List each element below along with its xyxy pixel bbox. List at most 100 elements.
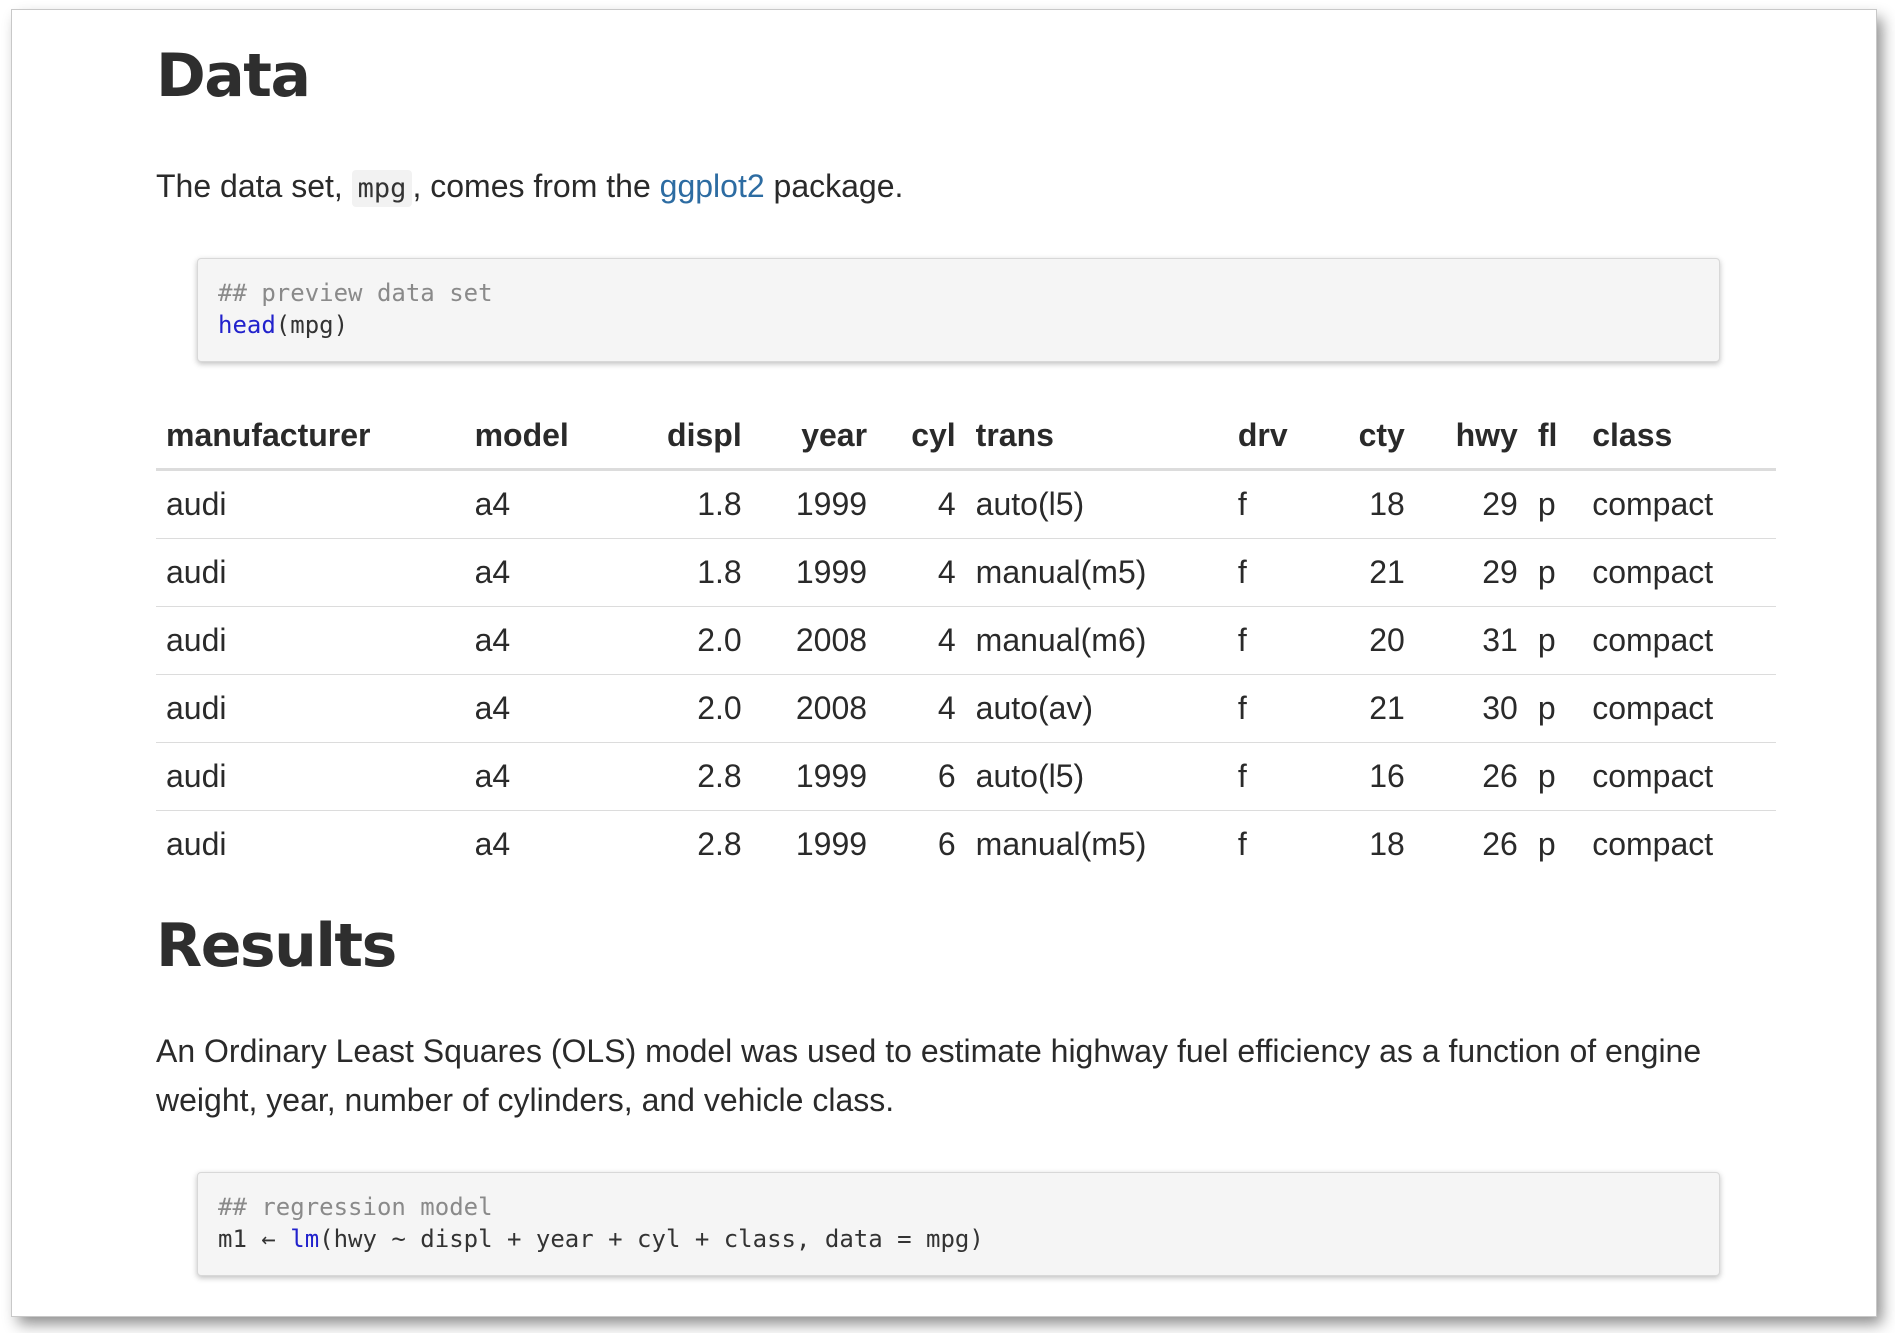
code-function-name: lm	[290, 1225, 320, 1253]
table-cell: a4	[474, 826, 511, 862]
table-cell: 18	[1323, 469, 1415, 539]
column-header: trans	[965, 402, 1228, 471]
table-cell: a4	[464, 674, 622, 743]
column-header: cyl	[877, 402, 966, 471]
table-cell: manual(m5)	[975, 826, 1147, 862]
column-header: cty	[1323, 402, 1415, 471]
table-cell: a4	[464, 742, 622, 811]
table-cell: 4	[877, 469, 966, 539]
table-cell: 20	[1323, 606, 1415, 675]
table-cell: f	[1227, 742, 1324, 811]
table-cell: 4	[877, 538, 966, 607]
table-cell: manual(m6)	[965, 606, 1228, 675]
table-cell: 26	[1414, 742, 1528, 811]
table-cell: 4	[877, 674, 966, 743]
column-header: model	[464, 402, 622, 471]
table-cell: 29	[1414, 538, 1528, 607]
column-header: manufacturer	[156, 402, 465, 471]
code-comment: ## preview data set	[218, 279, 493, 307]
code-arguments: (hwy ~ displ + year + cyl + class, data …	[319, 1225, 984, 1253]
table-cell: 2.0	[621, 674, 752, 743]
table-cell: 30	[1414, 674, 1528, 743]
column-header: displ	[621, 402, 752, 471]
table-row: audi a4 2.0 2008 4 manual(m6) f 20 31 p compact	[156, 606, 1776, 675]
table-body: audi a4 1.8 1999 4 auto(l5) f 18 29 p compact audi a…	[156, 469, 1776, 879]
table-cell: compact	[1592, 826, 1714, 862]
table-cell: 18	[1369, 826, 1405, 862]
table-cell: audi	[156, 469, 465, 539]
table-cell: p	[1527, 674, 1583, 743]
column-header: year	[751, 402, 878, 471]
ggplot2-link[interactable]: ggplot2	[660, 168, 765, 204]
table-cell: p	[1527, 742, 1583, 811]
table-cell: 2008	[751, 674, 878, 743]
code-assignment: m1 ←	[218, 1225, 291, 1253]
table-cell: 1999	[795, 826, 868, 862]
table-cell: p	[1537, 826, 1556, 862]
table-row: audi a4 1.8 1999 4 manual(m5) f 21 29 p compact	[156, 538, 1776, 607]
code-function-name: head	[218, 311, 276, 339]
table-cell: p	[1527, 538, 1583, 607]
table-cell: compact	[1582, 538, 1776, 607]
table-cell: auto(av)	[965, 674, 1228, 743]
table-cell: 26	[1482, 826, 1518, 862]
table-cell: 1999	[751, 742, 878, 811]
table-cell: compact	[1582, 469, 1776, 539]
column-header: drv	[1227, 402, 1324, 471]
intro-text-middle: , comes from the	[412, 168, 660, 204]
table-cell: audi	[166, 826, 227, 862]
table-cell: a4	[464, 606, 622, 675]
code-block-preview: ## preview data set head(mpg)	[197, 258, 1720, 362]
table-cell: 6	[937, 826, 956, 862]
intro-text-before: The data set,	[156, 168, 352, 204]
code-comment: ## regression model	[218, 1193, 493, 1221]
mpg-preview-table: manufacturer model displ year cyl trans drv cty…	[156, 402, 1776, 878]
table-cell: 4	[877, 606, 966, 675]
code-block-regression: ## regression model m1 ← lm(hwy ~ displ …	[197, 1172, 1720, 1276]
table-cell: compact	[1582, 606, 1776, 675]
column-header: class	[1582, 402, 1776, 471]
table-cell: 6	[877, 742, 966, 811]
data-intro-paragraph: The data set, mpg, comes from the ggplot…	[156, 162, 903, 213]
intro-text-after: package.	[764, 168, 904, 204]
table-cell: f	[1227, 469, 1324, 539]
table-cell: auto(l5)	[965, 742, 1228, 811]
table-cell: 21	[1323, 538, 1415, 607]
table-cell: f	[1237, 826, 1247, 862]
table-cell: 21	[1323, 674, 1415, 743]
results-paragraph: An Ordinary Least Squares (OLS) model wa…	[156, 1033, 1702, 1118]
table-cell: 2.8	[621, 742, 752, 811]
inline-code-mpg: mpg	[351, 170, 413, 207]
table-cell: f	[1227, 606, 1324, 675]
table-cell: audi	[156, 606, 465, 675]
table-cell: 2008	[751, 606, 878, 675]
table-cell: auto(l5)	[965, 469, 1228, 539]
table-cell: a4	[464, 538, 622, 607]
table-cell: audi	[156, 674, 465, 743]
column-header: fl	[1527, 402, 1583, 471]
table-cell: p	[1527, 606, 1583, 675]
table-cell: audi	[156, 538, 465, 607]
table-row: audi a4 2.8 1999 6 auto(l5) f 16 26 p compact	[156, 742, 1776, 811]
column-header: hwy	[1414, 402, 1528, 471]
document-page: Data The data set, mpg, comes from the g…	[12, 10, 1876, 1316]
table-cell: audi	[156, 742, 465, 811]
table-cell: 1.8	[621, 538, 752, 607]
table-cell: p	[1527, 469, 1583, 539]
table-cell: compact	[1582, 742, 1776, 811]
code-line: head(mpg)	[218, 309, 1699, 341]
code-arguments: (mpg)	[275, 311, 349, 339]
code-line: m1 ← lm(hwy ~ displ + year + cyl + class…	[218, 1223, 1699, 1255]
table-cell: 29	[1414, 469, 1528, 539]
section-heading-results: Results	[156, 911, 397, 981]
table-header-row: manufacturer model displ year cyl trans drv cty…	[156, 402, 1776, 471]
table-row: audi a4 1.8 1999 4 auto(l5) f 18 29 p compact	[156, 469, 1776, 539]
table-cell: 31	[1414, 606, 1528, 675]
table-cell: a4	[464, 469, 622, 539]
table-row: audi a4 2.0 2008 4 auto(av) f 21 30 p compact	[156, 674, 1776, 743]
table-cell: 2.8	[697, 826, 742, 862]
table-cell: 1999	[751, 538, 878, 607]
table-cell: 1999	[751, 469, 878, 539]
section-heading-data: Data	[156, 41, 311, 111]
table-cell: compact	[1582, 674, 1776, 743]
